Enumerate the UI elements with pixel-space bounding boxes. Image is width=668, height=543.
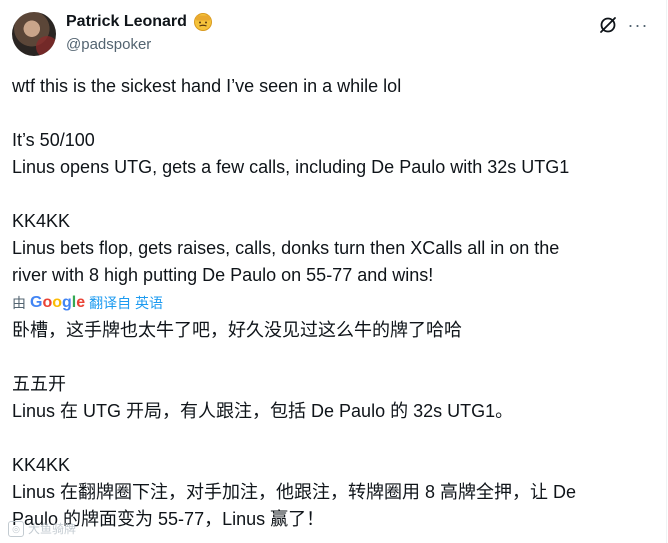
google-logo: Google — [30, 294, 86, 311]
translated-line: Paulo 的牌面变为 55-77，Linus 赢了！ — [12, 509, 325, 529]
tweet-card: Patrick Leonard @padspoker ··· wtf this … — [0, 0, 667, 543]
watermark-text: 大鱼骑牌 — [28, 522, 77, 536]
avatar[interactable] — [12, 12, 56, 56]
tweet-translated-text: 卧槽，这手牌也太牛了吧，好久没见过这么牛的牌了哈哈 五五开 Linus 在 UT… — [12, 317, 642, 533]
tweet-line — [12, 181, 642, 208]
tweet-line: KK4KK — [12, 211, 71, 231]
translation-by-label: 由 — [12, 295, 26, 311]
grok-icon[interactable] — [597, 14, 619, 36]
watermark: ◎ 大鱼骑牌 — [8, 520, 76, 537]
translation-attribution: 由 Google 翻译自 英语 — [12, 293, 163, 313]
translated-line: 五五开 — [12, 374, 66, 394]
translated-line — [12, 425, 642, 452]
author-name[interactable]: Patrick Leonard — [66, 13, 187, 31]
tweet-line: wtf this is the sickest hand I’ve seen i… — [12, 76, 402, 96]
author-handle[interactable]: @padspoker — [66, 36, 151, 53]
author-name-row: Patrick Leonard — [66, 12, 213, 32]
tweet-line: It’s 50/100 — [12, 130, 95, 150]
more-icon[interactable]: ··· — [627, 14, 649, 36]
translated-line: KK4KK — [12, 455, 71, 475]
tweet-line: Linus opens UTG, gets a few calls, inclu… — [12, 157, 570, 177]
tweet-line: Linus bets flop, gets raises, calls, don… — [12, 238, 560, 258]
tweet-line — [12, 100, 642, 127]
tweet-original-text: wtf this is the sickest hand I’ve seen i… — [12, 73, 642, 289]
translated-line: 卧槽，这手牌也太牛了吧，好久没见过这么牛的牌了哈哈 — [12, 320, 462, 340]
translated-line: Linus 在 UTG 开局，有人跟注，包括 De Paulo 的 32s UT… — [12, 401, 514, 421]
tweet-line: river with 8 high putting De Paulo on 55… — [12, 265, 434, 285]
translated-from-link[interactable]: 翻译自 英语 — [89, 293, 163, 313]
translated-line — [12, 344, 642, 371]
watermark-icon: ◎ — [8, 520, 24, 537]
emoji-face-icon — [193, 12, 213, 32]
translated-line: Linus 在翻牌圈下注，对手加注，他跟注，转牌圈用 8 高牌全押，让 De — [12, 482, 577, 502]
